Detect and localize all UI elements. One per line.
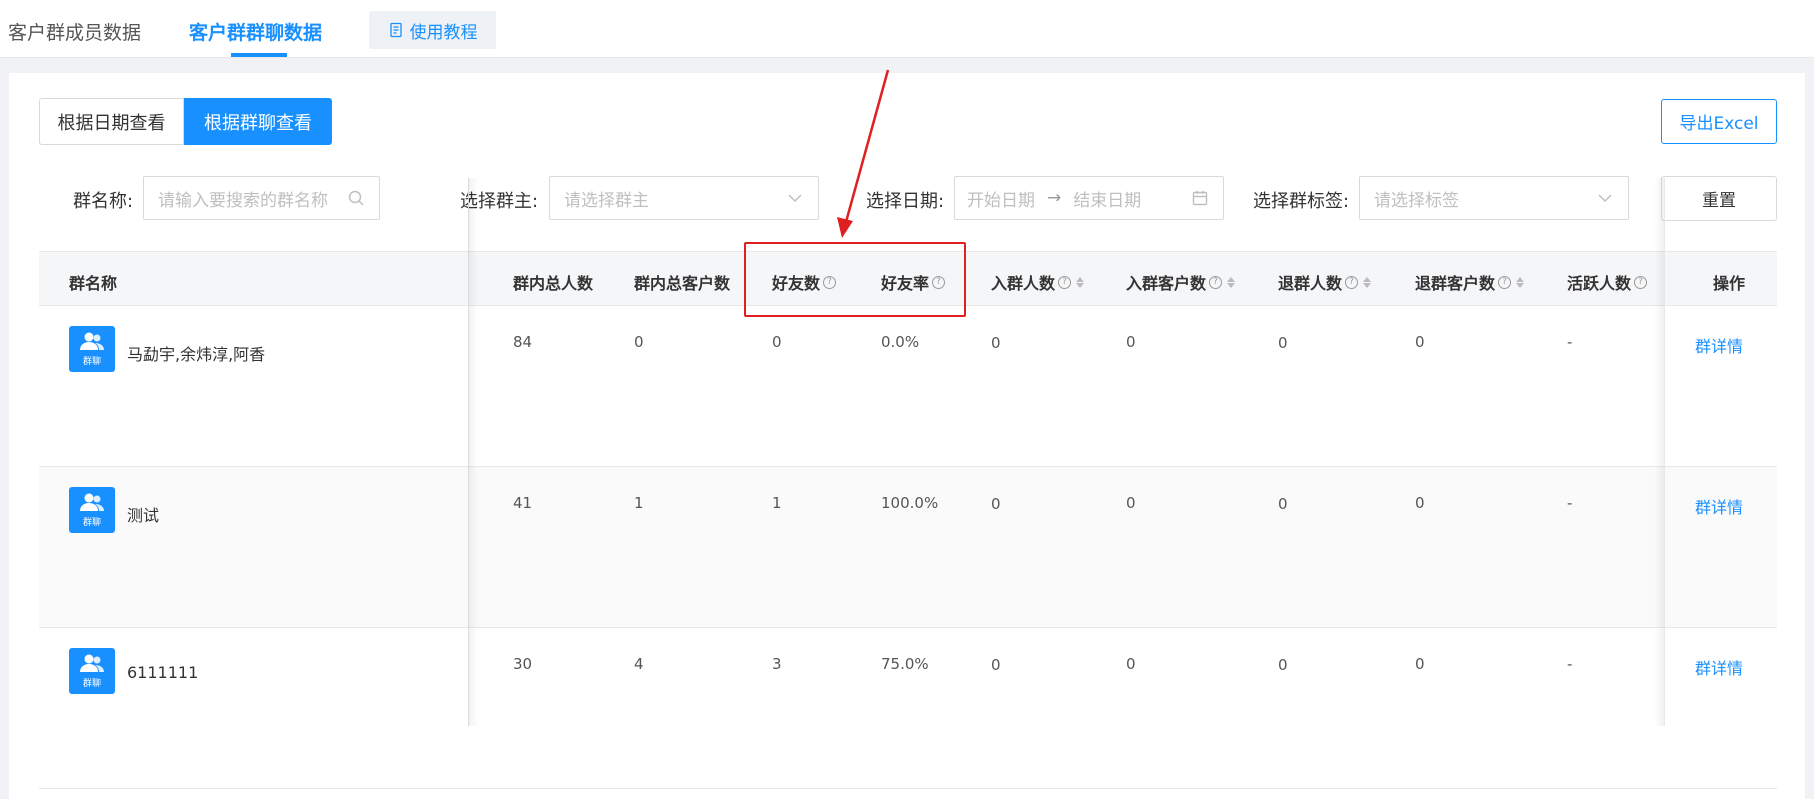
document-icon — [389, 22, 402, 38]
cell-total-members: 84 — [513, 333, 533, 351]
group-detail-link[interactable]: 群详情 — [1695, 655, 1743, 679]
cell-total-customers: 0 — [634, 333, 644, 351]
cell-friends: 3 — [772, 655, 782, 673]
date-range-picker[interactable]: 开始日期 → 结束日期 — [954, 176, 1224, 220]
cell-left-customers: 0 — [1415, 655, 1425, 673]
cell-left-customers: 0 — [1415, 333, 1425, 351]
group-name: 6111111 — [127, 663, 199, 682]
date-label: 选择日期: — [866, 191, 945, 212]
owner-placeholder: 请选择群主 — [564, 190, 649, 211]
tutorial-button[interactable]: 使用教程 — [369, 11, 496, 49]
tab-member-data[interactable]: 客户群成员数据 — [8, 18, 141, 45]
range-arrow-icon: → — [1047, 188, 1062, 208]
fixed-right-column-divider — [1664, 178, 1665, 726]
group-name: 马勐宇,余炜淳,阿香 — [127, 345, 266, 364]
cell-total-customers: 1 — [634, 494, 644, 512]
end-date-placeholder: 结束日期 — [1073, 190, 1142, 211]
cell-joined: 0 — [991, 334, 1001, 352]
cell-friend-rate: 0.0% — [881, 333, 920, 351]
group-name: 测试 — [127, 506, 160, 525]
tag-label: 选择群标签: — [1253, 191, 1350, 212]
view-by-chat-button[interactable]: 根据群聊查看 — [184, 98, 332, 145]
group-name-placeholder: 请输入要搜索的群名称 — [158, 190, 328, 211]
header-left[interactable]: 退群人数? — [1278, 270, 1372, 294]
header-left-customers[interactable]: 退群客户数? — [1415, 270, 1525, 294]
top-tab-bar: 客户群成员数据 客户群群聊数据 使用教程 — [0, 0, 1814, 58]
group-detail-link[interactable]: 群详情 — [1695, 333, 1743, 357]
cell-left-customers: 0 — [1415, 494, 1425, 512]
header-group-name: 群名称 — [69, 274, 118, 293]
chevron-down-icon — [1598, 194, 1612, 203]
cell-friends: 1 — [772, 494, 782, 512]
sort-icon[interactable] — [1227, 276, 1236, 288]
tag-placeholder: 请选择标签 — [1374, 190, 1459, 211]
cell-left: 0 — [1278, 656, 1288, 674]
help-icon[interactable]: ? — [1345, 275, 1359, 289]
tutorial-label: 使用教程 — [409, 22, 478, 43]
view-by-date-button[interactable]: 根据日期查看 — [39, 98, 184, 145]
chevron-down-icon — [788, 194, 802, 203]
header-joined[interactable]: 入群人数? — [991, 270, 1085, 294]
header-total-customers: 群内总客户数 — [634, 274, 731, 293]
cell-left: 0 — [1278, 495, 1288, 513]
cell-total-customers: 4 — [634, 655, 644, 673]
owner-select[interactable]: 请选择群主 — [549, 176, 819, 220]
active-tab-indicator — [231, 53, 287, 57]
help-icon[interactable]: ? — [1209, 275, 1223, 289]
group-name-label: 群名称: — [73, 191, 134, 212]
annotation-highlight-box — [744, 242, 966, 317]
search-icon — [348, 190, 364, 206]
group-chat-icon: 群聊 — [69, 487, 115, 533]
header-actions: 操作 — [1713, 274, 1746, 293]
cell-joined-customers: 0 — [1126, 333, 1136, 351]
export-excel-button[interactable]: 导出Excel — [1661, 99, 1777, 144]
fixed-left-column-shadow — [468, 178, 478, 726]
group-chat-icon: 群聊 — [69, 648, 115, 694]
sort-icon[interactable] — [1363, 276, 1372, 288]
reset-button[interactable]: 重置 — [1661, 176, 1777, 221]
cell-joined-customers: 0 — [1126, 494, 1136, 512]
header-total-members: 群内总人数 — [513, 274, 594, 293]
cell-left: 0 — [1278, 334, 1288, 352]
tag-select[interactable]: 请选择标签 — [1359, 176, 1629, 220]
cell-friend-rate: 100.0% — [881, 494, 939, 512]
cell-total-members: 30 — [513, 655, 533, 673]
sort-icon[interactable] — [1516, 276, 1525, 288]
help-icon[interactable]: ? — [1498, 275, 1512, 289]
cell-active: - — [1567, 494, 1573, 512]
table-row: 群聊 测试 41 1 1 100.0% 0 0 0 0 - 群详情 — [39, 467, 1777, 628]
cell-active: - — [1567, 333, 1573, 351]
cell-joined: 0 — [991, 656, 1001, 674]
header-active: 活跃人数? — [1567, 270, 1648, 294]
cell-joined: 0 — [991, 495, 1001, 513]
cell-joined-customers: 0 — [1126, 655, 1136, 673]
calendar-icon — [1192, 191, 1208, 206]
group-chat-icon: 群聊 — [69, 326, 115, 372]
header-joined-customers[interactable]: 入群客户数? — [1126, 270, 1236, 294]
group-detail-link[interactable]: 群详情 — [1695, 494, 1743, 518]
cell-friend-rate: 75.0% — [881, 655, 929, 673]
cell-friends: 0 — [772, 333, 782, 351]
tab-chat-data[interactable]: 客户群群聊数据 — [189, 18, 322, 45]
help-icon[interactable]: ? — [1058, 275, 1072, 289]
group-name-search-input[interactable]: 请输入要搜索的群名称 — [143, 176, 380, 220]
table-row: 群聊 马勐宇,余炜淳,阿香 84 0 0 0.0% 0 0 0 0 - 群详情 — [39, 306, 1777, 467]
start-date-placeholder: 开始日期 — [967, 190, 1035, 211]
fixed-right-column-shadow — [1654, 178, 1664, 726]
cell-active: - — [1567, 655, 1573, 673]
sort-icon[interactable] — [1076, 276, 1085, 288]
cell-total-members: 41 — [513, 494, 533, 512]
table-row: 群聊 6111111 30 4 3 75.0% 0 0 0 0 - 群详情 — [39, 628, 1777, 789]
help-icon[interactable]: ? — [1634, 275, 1648, 289]
